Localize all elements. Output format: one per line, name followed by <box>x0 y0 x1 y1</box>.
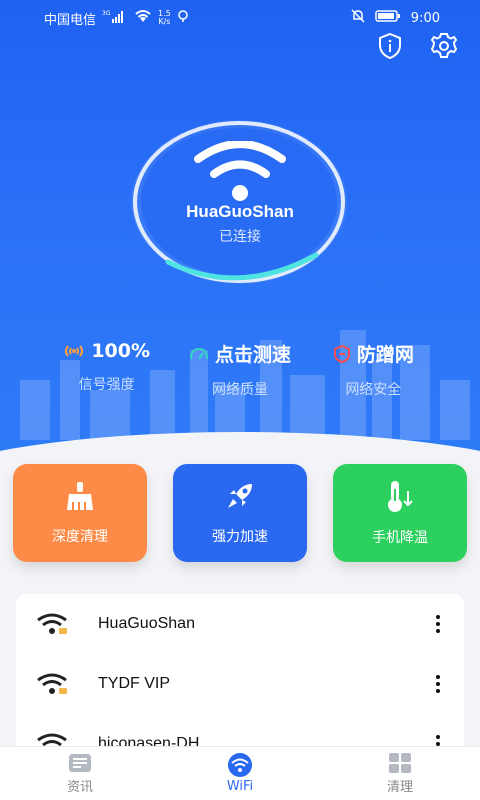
status-bar: 中国电信 3G 3G 1.5 K/s <box>44 8 440 28</box>
hero-banner: 中国电信 3G 3G 1.5 K/s <box>0 0 480 470</box>
connected-ssid: HuaGuoShan <box>186 202 294 221</box>
grid-icon <box>389 753 411 773</box>
anti-leech-value: 防蹭网 <box>356 344 414 366</box>
signal-value: 100% <box>91 340 151 362</box>
wifi-large-icon <box>194 141 286 201</box>
clock: 9:00 <box>410 10 440 26</box>
boost-button[interactable]: 强力加速 <box>173 464 307 562</box>
shield-info-icon[interactable] <box>374 30 406 62</box>
news-icon <box>69 754 91 772</box>
connection-status: 已连接 <box>219 229 261 245</box>
wifi-lock-icon <box>37 613 67 634</box>
carrier-label: 中国电信 <box>44 12 97 28</box>
thermometer-icon <box>388 481 413 512</box>
signal-icon <box>65 345 84 357</box>
bottom-navigation: 资讯 WiFi 清理 <box>0 746 480 800</box>
network-name: TYDF VIP <box>98 675 171 692</box>
network-name: HuaGuoShan <box>98 615 195 632</box>
nav-tab-clean[interactable]: 清理 <box>350 752 450 795</box>
deep-clean-label: 深度清理 <box>52 529 108 545</box>
wifi-lock-icon <box>37 673 67 694</box>
signal-label: 信号强度 <box>78 377 135 393</box>
network-row[interactable]: HuaGuoShan <box>16 594 464 654</box>
wifi-icon <box>228 753 252 777</box>
connection-dial: HuaGuoShan 已连接 <box>110 103 370 303</box>
cell-signal-icon: 3G <box>102 9 128 27</box>
svg-text:3G: 3G <box>102 10 111 17</box>
speed-unit: K/s <box>158 17 171 26</box>
cool-down-label: 手机降温 <box>372 530 428 546</box>
stat-network-quality[interactable]: 点击测速 网络质量 <box>173 340 306 399</box>
header-actions <box>374 30 460 62</box>
nav-label-wifi: WiFi <box>226 779 254 794</box>
nav-tab-wifi[interactable]: WiFi <box>190 753 290 794</box>
cool-down-button[interactable]: 手机降温 <box>333 464 467 562</box>
more-options-icon[interactable] <box>432 675 444 693</box>
battery-icon <box>375 10 401 26</box>
speed-gauge-icon <box>189 347 208 360</box>
quality-label: 网络质量 <box>211 382 268 398</box>
nav-label-clean: 清理 <box>386 780 413 795</box>
nav-label-news: 资讯 <box>66 780 93 795</box>
wifi-status-icon <box>134 9 152 27</box>
stats-row: 100% 信号强度 点击测速 网络质量 防蹭网 网络安全 <box>0 340 480 399</box>
more-options-icon[interactable] <box>432 615 444 633</box>
deep-clean-button[interactable]: 深度清理 <box>13 464 147 562</box>
speed-indicator: 1.5 K/s <box>158 10 171 26</box>
rocket-icon <box>228 484 252 508</box>
security-label: 网络安全 <box>345 382 402 398</box>
quick-actions: 深度清理 强力加速 手机降温 <box>13 464 467 562</box>
broom-icon <box>67 482 93 510</box>
nav-tab-news[interactable]: 资讯 <box>30 752 130 795</box>
wifi-network-list: HuaGuoShan TYDF VIP hiconasen-DH <box>16 594 464 754</box>
gear-icon[interactable] <box>428 30 460 62</box>
stat-signal-strength[interactable]: 100% 信号强度 <box>40 340 173 399</box>
speed-test-value: 点击测速 <box>214 344 291 366</box>
network-row[interactable]: TYDF VIP <box>16 654 464 714</box>
boost-label: 强力加速 <box>212 529 268 545</box>
location-icon <box>177 10 189 26</box>
stat-network-security[interactable]: 防蹭网 网络安全 <box>307 340 440 399</box>
shield-icon <box>333 344 350 363</box>
mute-bell-icon <box>351 9 365 27</box>
